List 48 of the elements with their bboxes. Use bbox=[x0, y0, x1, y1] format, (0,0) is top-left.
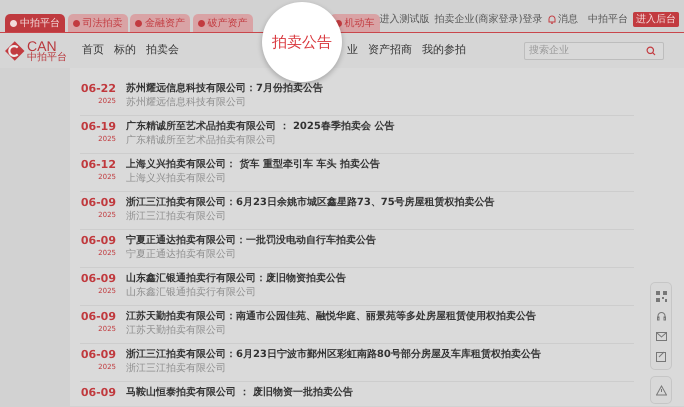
nav-link[interactable]: 我的参拍 bbox=[422, 42, 466, 59]
dot-icon bbox=[72, 20, 80, 26]
search-field[interactable]: 搜索企业 bbox=[524, 42, 664, 60]
announcement-date: 06-09 bbox=[80, 348, 116, 362]
announcement-title[interactable]: 马鞍山恒泰拍卖有限公司 ： 废旧物资一批拍卖公告 bbox=[126, 386, 353, 400]
account-link[interactable]: 中拍平台 bbox=[588, 12, 628, 26]
dot-icon bbox=[10, 20, 17, 26]
company-name: 苏州耀远信息科技有限公司 bbox=[126, 96, 247, 109]
announcement-title[interactable]: 苏州耀远信息科技有限公司：7月份拍卖公告 bbox=[126, 82, 323, 96]
announcement-date: 06-09 bbox=[80, 196, 116, 210]
company-name: 浙江三江拍卖有限公司 bbox=[126, 210, 227, 223]
account-badge: 进入后台 bbox=[633, 12, 679, 26]
nav-link[interactable]: 标的 bbox=[114, 42, 136, 59]
announcement-title[interactable]: 宁夏正通达拍卖有限公司：一批罚没电动自行车拍卖公告 bbox=[126, 234, 376, 248]
announcement-title[interactable]: 江苏天勤拍卖有限公司：南通市公园佳苑、融悦华庭、丽景苑等多处房屋租赁使用权拍卖公告 bbox=[126, 310, 536, 324]
announcement-date: 06-09 bbox=[80, 272, 116, 286]
company-name: 广东精诚所至艺术品拍卖有限公司 bbox=[126, 134, 277, 147]
company-name: 江苏天勤拍卖有限公司 bbox=[126, 324, 227, 337]
nav-link[interactable]: 拍卖会 bbox=[146, 42, 179, 59]
logo-icon bbox=[5, 40, 24, 60]
company-name: 上海义兴拍卖有限公司 bbox=[126, 172, 227, 185]
messages-link[interactable]: 消息 bbox=[548, 12, 578, 26]
logo-subtitle: 中拍平台 bbox=[27, 52, 67, 62]
announcement-title[interactable]: 上海义兴拍卖有限公司： 货车 重型牵引车 车头 拍卖公告 bbox=[126, 158, 380, 172]
search-icon bbox=[646, 46, 656, 56]
announcement-date: 06-09 bbox=[80, 234, 116, 248]
announcement-date: 06-22 bbox=[80, 82, 116, 96]
top-link[interactable]: 进入测试版 bbox=[380, 12, 430, 26]
company-name: 山东鑫汇银通拍卖行有限公司 bbox=[126, 286, 257, 299]
nav-link[interactable]: 首页 bbox=[82, 42, 104, 59]
announcement-title[interactable]: 浙江三江拍卖有限公司：6月23日宁波市鄞州区彩虹南路80号部分房屋及车库租赁权拍卖公告 bbox=[126, 348, 541, 362]
nav-link[interactable]: 资产招商 bbox=[368, 42, 412, 59]
announcement-date: 06-09 bbox=[80, 310, 116, 324]
logo-text: CAN bbox=[27, 38, 57, 52]
announcement-title[interactable]: 广东精诚所至艺术品拍卖有限公司 ： 2025春季拍卖会 公告 bbox=[126, 120, 394, 134]
dot-icon bbox=[198, 20, 204, 26]
dot-icon bbox=[135, 20, 142, 26]
company-name: 浙江三江拍卖有限公司 bbox=[126, 362, 227, 375]
company-name: 宁夏正通达拍卖有限公司 bbox=[126, 248, 237, 261]
bell-icon bbox=[548, 14, 556, 24]
nav-link[interactable]: 业 bbox=[347, 42, 358, 59]
top-link[interactable]: 拍卖企业(商家登录)登录 bbox=[434, 12, 542, 26]
announcement-title[interactable]: 山东鑫汇银通拍卖行有限公司：废旧物资拍卖公告 bbox=[126, 272, 346, 286]
announcement-date: 06-09 bbox=[80, 386, 116, 400]
announcement-date: 06-12 bbox=[80, 158, 116, 172]
announcement-title[interactable]: 浙江三江拍卖有限公司：6月23日余姚市城区鑫星路73、75号房屋租赁权拍卖公告 bbox=[126, 196, 495, 210]
platform-tab[interactable]: 中拍平台 bbox=[5, 14, 65, 32]
announcement-date: 06-19 bbox=[80, 120, 116, 134]
